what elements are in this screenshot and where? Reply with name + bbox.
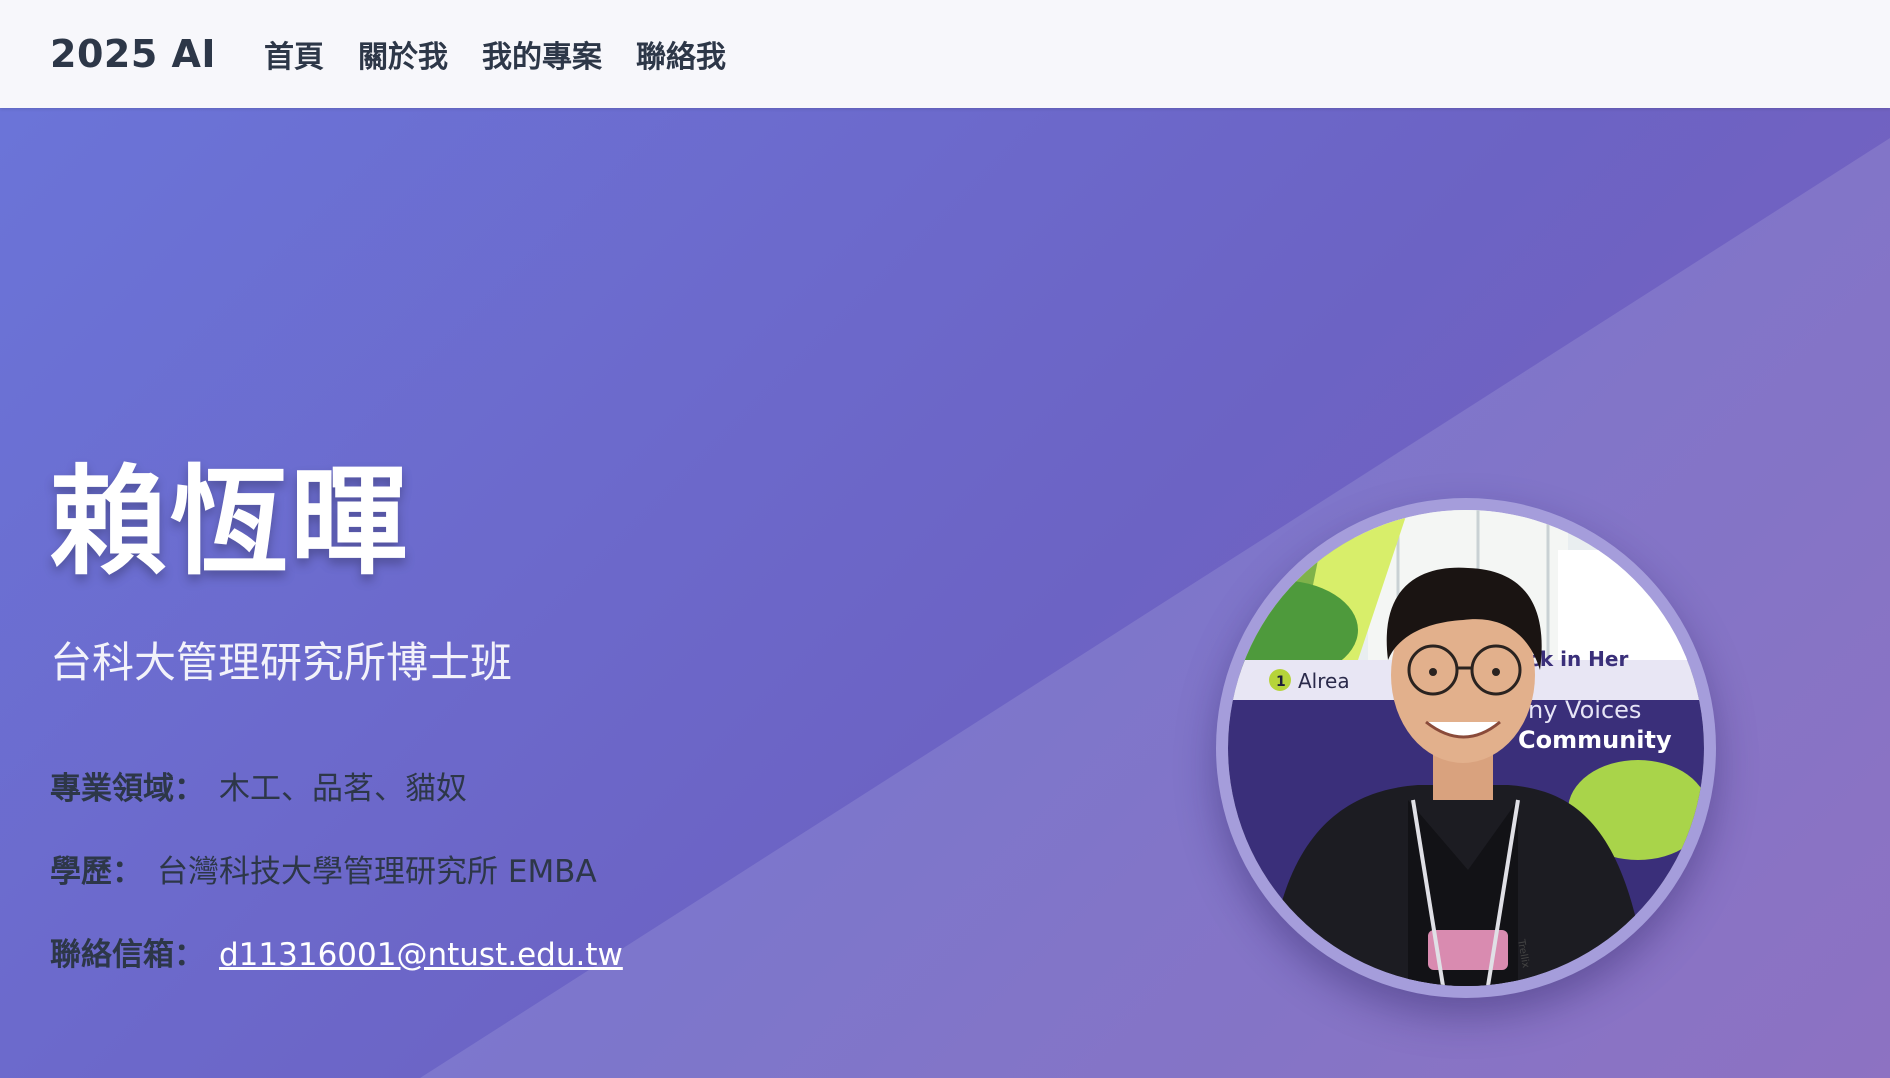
email-label: 聯絡信箱： [50, 937, 205, 973]
brand-logo[interactable]: 2025 AI [50, 32, 216, 76]
nav-link-contact[interactable]: 聯絡我 [636, 32, 726, 76]
education-value: 台灣科技大學管理研究所 EMBA [157, 854, 597, 890]
profile-name: 賴恆暉 [50, 453, 411, 591]
photo-banner-text-d: Community [1518, 726, 1672, 754]
photo-banner-number: 1 [1276, 674, 1286, 690]
photo-banner-text-a: Alrea [1298, 669, 1350, 693]
nav-link-about[interactable]: 關於我 [358, 32, 448, 76]
nav-link-home[interactable]: 首頁 [264, 32, 324, 76]
info-row-email: 聯絡信箱： d11316001@ntust.edu.tw [50, 929, 623, 974]
info-row-expertise: 專業領域： 木工、品茗、貓奴 [50, 763, 467, 808]
hero-section: 賴恆暉 台科大管理研究所博士班 專業領域： 木工、品茗、貓奴 學歷： 台灣科技大學管… [0, 108, 1890, 1078]
photo-banner-text-b: ck in Her [1528, 647, 1628, 671]
profile-subtitle: 台科大管理研究所博士班 [50, 638, 513, 687]
info-row-education: 學歷： 台灣科技大學管理研究所 EMBA [50, 846, 597, 891]
avatar: 1 Alrea ck in Her ny Voices Community Tr… [1228, 510, 1704, 986]
email-link[interactable]: d11316001@ntust.edu.tw [219, 937, 623, 973]
avatar-ring: 1 Alrea ck in Her ny Voices Community Tr… [1216, 498, 1716, 998]
expertise-value: 木工、品茗、貓奴 [219, 771, 467, 807]
expertise-label: 專業領域： [50, 771, 205, 807]
hero-content: 賴恆暉 台科大管理研究所博士班 專業領域： 木工、品茗、貓奴 學歷： 台灣科技大學管… [50, 453, 623, 973]
nav-link-projects[interactable]: 我的專案 [482, 32, 602, 76]
top-navbar: 2025 AI 首頁 關於我 我的專案 聯絡我 [0, 0, 1890, 108]
photo-banner-text-c: ny Voices [1528, 696, 1641, 724]
education-label: 學歷： [50, 854, 143, 890]
avatar-photo: 1 Alrea ck in Her ny Voices Community Tr… [1228, 510, 1704, 986]
